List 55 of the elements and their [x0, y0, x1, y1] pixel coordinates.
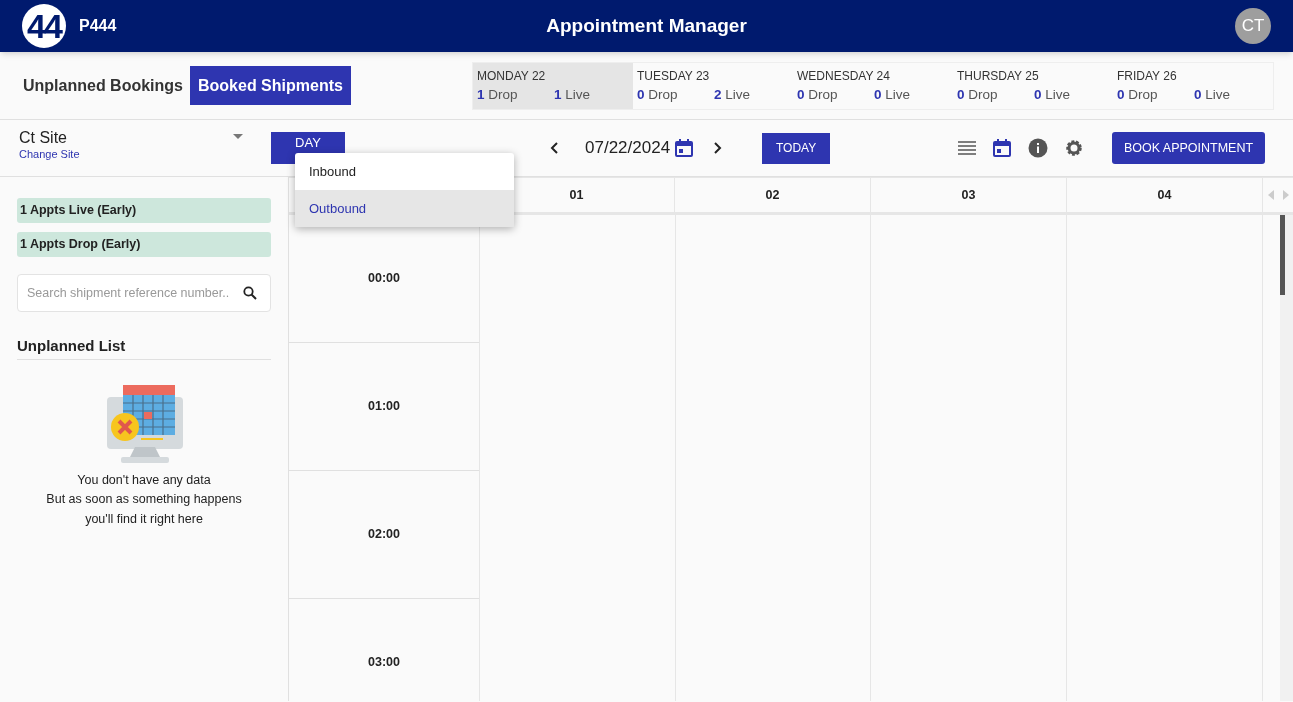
drop-count: 1 Drop — [477, 85, 519, 104]
site-select[interactable]: Ct Site Change Site — [19, 128, 247, 168]
day-label: MONDAY 22 — [477, 67, 547, 85]
calendar-view-icon[interactable] — [992, 138, 1012, 158]
status-badge: 1 Appts Drop (Early) — [17, 232, 271, 257]
live-count: 0 Live — [1194, 85, 1231, 104]
dropdown-caret-icon — [233, 134, 243, 140]
section-heading: Unplanned List — [17, 335, 271, 360]
time-label: 02:00 — [368, 526, 400, 544]
time-label: 01:00 — [368, 398, 400, 416]
status-badge: 1 Appts Live (Early) — [17, 198, 271, 223]
tab[interactable]: Booked Shipments — [190, 66, 351, 105]
settings-icon[interactable] — [1064, 138, 1084, 158]
drop-count: 0 Drop — [957, 85, 999, 104]
day-summary[interactable]: FRIDAY 26 0 Drop 0 Live — [1113, 62, 1273, 109]
site-code: P444 — [79, 16, 117, 36]
drop-count: 0 Drop — [1117, 85, 1159, 104]
day-label: WEDNESDAY 24 — [797, 67, 891, 85]
live-count: 0 Live — [1034, 85, 1071, 104]
change-site-link[interactable]: Change Site — [19, 148, 247, 160]
empty-message: But as soon as something happens — [46, 491, 242, 508]
previous-icon[interactable] — [550, 142, 560, 154]
list-view-icon[interactable] — [958, 141, 976, 155]
day-label: FRIDAY 26 — [1117, 67, 1178, 85]
menu-item[interactable]: Outbound — [295, 190, 514, 227]
time-label: 00:00 — [368, 270, 400, 288]
next-icon[interactable] — [712, 142, 723, 154]
today-button[interactable]: TODAY — [762, 132, 831, 164]
day-label: THURSDAY 25 — [957, 67, 1040, 85]
drop-count: 0 Drop — [637, 85, 679, 104]
search-field[interactable]: Search shipment reference number.. — [17, 274, 271, 312]
live-count: 2 Live — [714, 85, 751, 104]
time-label: 03:00 — [368, 654, 400, 672]
tab[interactable]: Unplanned Bookings — [18, 66, 188, 105]
day-summary[interactable]: THURSDAY 25 0 Drop 0 Live — [953, 62, 1113, 109]
live-count: 1 Live — [554, 85, 591, 104]
empty-message: you'll find it right here — [85, 510, 203, 528]
app-title: Appointment Manager — [546, 13, 747, 38]
column-header: 03 — [871, 178, 1067, 212]
day-summary[interactable]: WEDNESDAY 24 0 Drop 0 Live — [793, 62, 953, 109]
live-count: 0 Live — [874, 85, 911, 104]
calendar-icon[interactable] — [674, 138, 695, 158]
empty-message: You don't have any data — [77, 471, 211, 489]
date-text: 07/22/2024 — [585, 137, 671, 160]
day-summary[interactable]: TUESDAY 23 0 Drop 2 Live — [633, 62, 793, 109]
drop-count: 0 Drop — [797, 85, 839, 104]
column-header: 02 — [675, 178, 871, 212]
info-icon[interactable] — [1028, 138, 1048, 158]
day-summary[interactable]: MONDAY 22 1 Drop 1 Live — [473, 62, 633, 109]
scrollbar[interactable] — [1280, 215, 1293, 701]
day-label: TUESDAY 23 — [637, 67, 711, 85]
logo-icon: 44 — [22, 4, 66, 48]
column-header: 04 — [1067, 178, 1263, 212]
book-appointment-button[interactable]: BOOK APPOINTMENT — [1112, 132, 1265, 164]
search-icon[interactable] — [243, 286, 257, 300]
